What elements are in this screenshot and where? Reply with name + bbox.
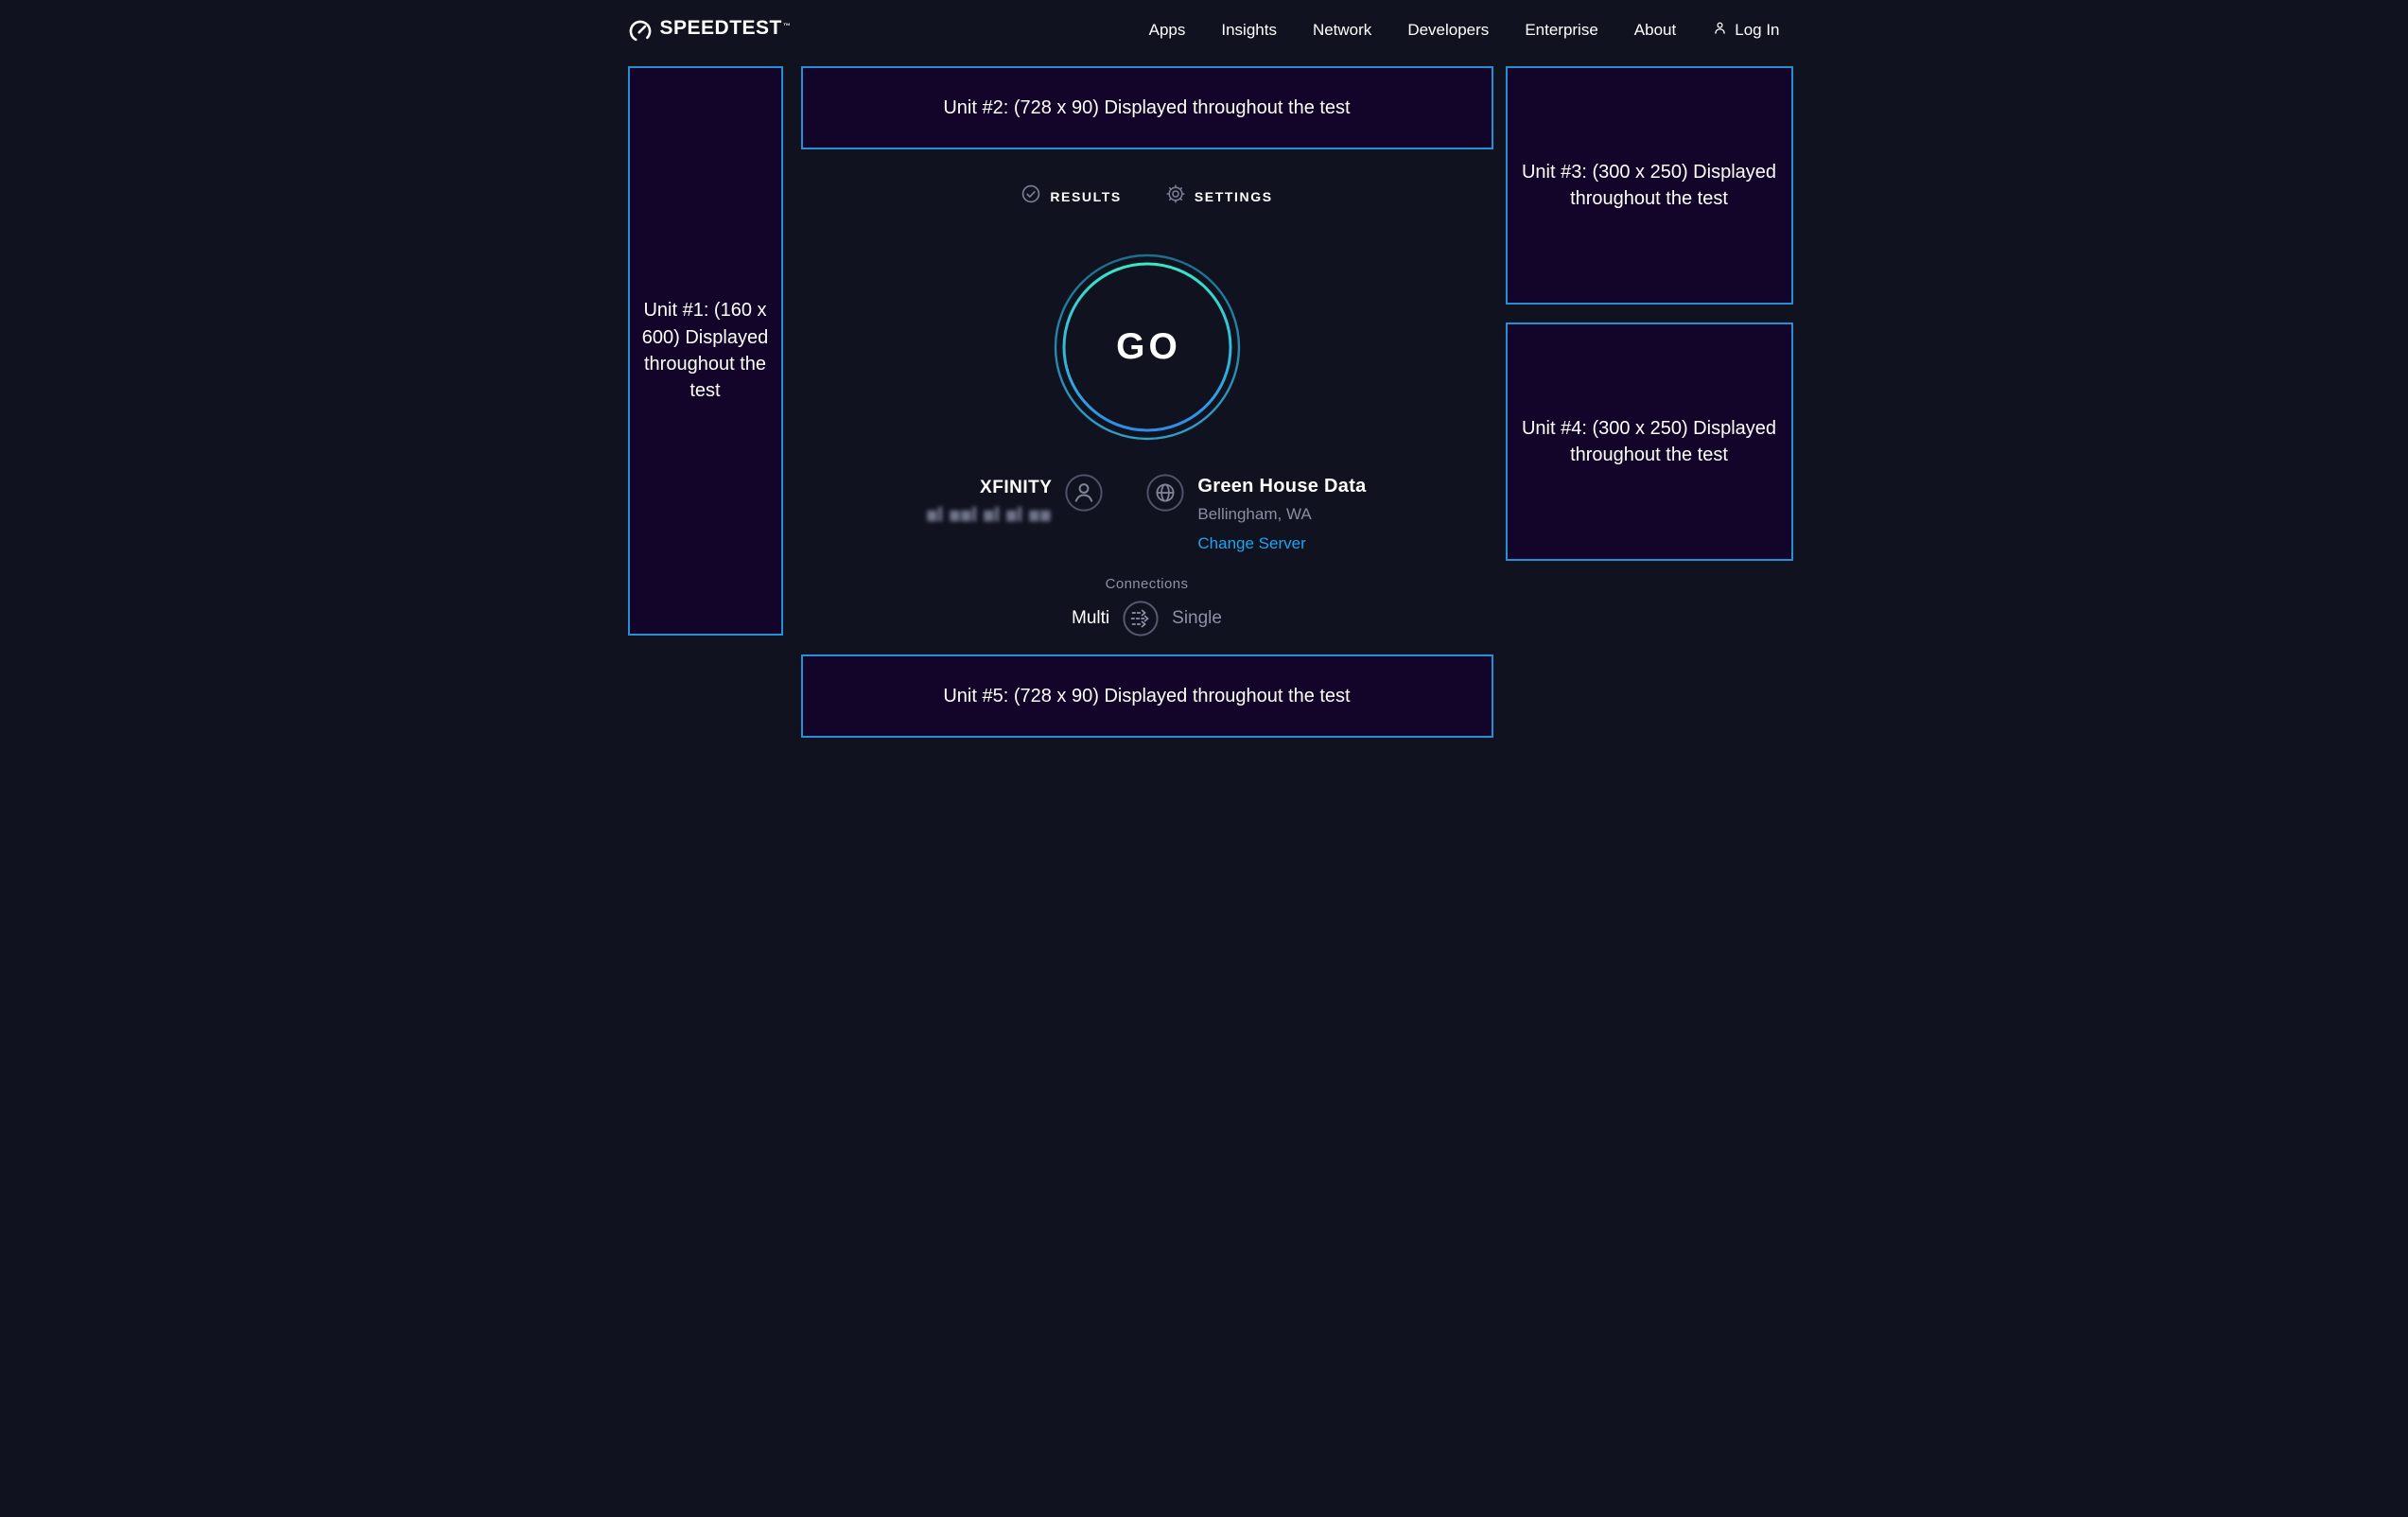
server-block: Green House Data Bellingham, WA Change S…: [1197, 476, 1366, 553]
change-server-link[interactable]: Change Server: [1197, 534, 1305, 553]
isp-block: XFINITY ▆▍▆▆▍▆▍▆▍▆▆: [927, 478, 1052, 522]
connections-single-option[interactable]: Single: [1172, 608, 1222, 629]
ad-unit-2[interactable]: Unit #2: (728 x 90) Displayed throughout…: [801, 66, 1493, 149]
main-nav: Apps Insights Network Developers Enterpr…: [1149, 20, 1780, 41]
settings-tab-label: SETTINGS: [1195, 189, 1273, 204]
connections-label: Connections: [1106, 576, 1189, 592]
ad-unit-2-text: Unit #2: (728 x 90) Displayed throughout…: [943, 95, 1350, 121]
connections-toggle-row: Multi: [1072, 601, 1222, 636]
server-name: Green House Data: [1197, 476, 1366, 497]
speedometer-icon: [628, 17, 653, 44]
ad-unit-1[interactable]: Unit #1: (160 x 600) Displayed throughou…: [628, 66, 783, 636]
check-circle-icon: [1021, 183, 1041, 209]
server-globe-icon: [1146, 474, 1184, 516]
ad-unit-5[interactable]: Unit #5: (728 x 90) Displayed throughout…: [801, 654, 1493, 738]
connections-multi-option[interactable]: Multi: [1072, 608, 1109, 629]
ad-unit-1-text: Unit #1: (160 x 600) Displayed throughou…: [639, 297, 772, 405]
server-location: Bellingham, WA: [1197, 505, 1311, 524]
isp-user-icon: [1065, 474, 1103, 516]
isp-name: XFINITY: [980, 478, 1052, 498]
speedtest-logo[interactable]: SPEEDTEST™: [628, 17, 792, 44]
gear-icon: [1165, 183, 1186, 209]
nav-item-insights[interactable]: Insights: [1221, 21, 1277, 40]
brand-wordmark: SPEEDTEST™: [660, 17, 792, 40]
user-icon: [1712, 20, 1728, 41]
connection-info-row: XFINITY ▆▍▆▆▍▆▍▆▍▆▆: [927, 474, 1366, 553]
ad-unit-3[interactable]: Unit #3: (300 x 250) Displayed throughou…: [1506, 66, 1793, 305]
view-tabs: RESULTS SETTINGS: [1021, 183, 1272, 209]
ad-unit-3-text: Unit #3: (300 x 250) Displayed throughou…: [1519, 159, 1780, 213]
results-tab-label: RESULTS: [1050, 189, 1122, 204]
ad-unit-4-text: Unit #4: (300 x 250) Displayed throughou…: [1519, 415, 1780, 469]
masked-ip-address: ▆▍▆▆▍▆▍▆▍▆▆: [927, 507, 1052, 522]
login-button[interactable]: Log In: [1712, 20, 1779, 41]
tab-results[interactable]: RESULTS: [1021, 183, 1122, 209]
nav-item-apps[interactable]: Apps: [1149, 21, 1186, 40]
left-ad-rail: Unit #1: (160 x 600) Displayed throughou…: [628, 66, 783, 636]
top-nav-bar: SPEEDTEST™ Apps Insights Network Develop…: [602, 0, 1806, 55]
multi-connection-toggle-icon[interactable]: [1123, 601, 1159, 636]
tab-settings[interactable]: SETTINGS: [1165, 183, 1273, 209]
right-ad-rail: Unit #3: (300 x 250) Displayed throughou…: [1506, 66, 1793, 561]
nav-item-developers[interactable]: Developers: [1407, 21, 1489, 40]
center-column: Unit #2: (728 x 90) Displayed throughout…: [801, 66, 1493, 758]
ad-unit-5-text: Unit #5: (728 x 90) Displayed throughout…: [943, 683, 1350, 709]
main-layout: Unit #1: (160 x 600) Displayed throughou…: [602, 55, 1806, 758]
go-button[interactable]: GO: [1053, 253, 1242, 442]
login-label: Log In: [1735, 21, 1779, 40]
trademark-symbol: ™: [783, 22, 792, 30]
go-button-label: GO: [1053, 253, 1242, 442]
ad-unit-4[interactable]: Unit #4: (300 x 250) Displayed throughou…: [1506, 323, 1793, 561]
speedtest-page: SPEEDTEST™ Apps Insights Network Develop…: [602, 0, 1806, 758]
nav-item-network[interactable]: Network: [1313, 21, 1371, 40]
nav-item-about[interactable]: About: [1634, 21, 1676, 40]
nav-item-enterprise[interactable]: Enterprise: [1525, 21, 1597, 40]
connections-section: Connections Multi: [1072, 576, 1222, 636]
